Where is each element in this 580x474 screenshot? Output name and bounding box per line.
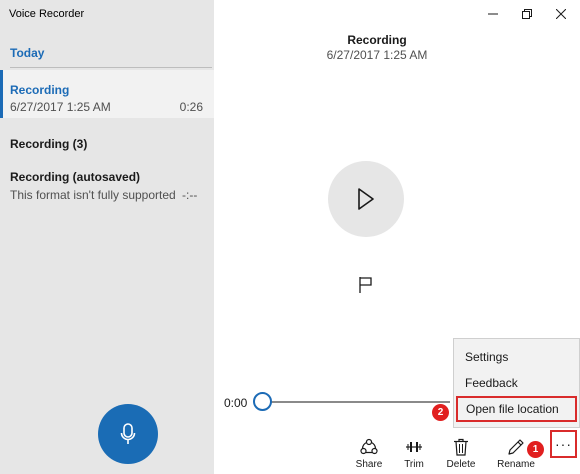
- menu-item-feedback[interactable]: Feedback: [454, 370, 580, 396]
- delete-button[interactable]: Delete: [436, 438, 486, 470]
- close-icon: [556, 9, 566, 19]
- pencil-icon: [508, 439, 524, 455]
- section-divider: [10, 67, 212, 68]
- share-icon: [360, 438, 378, 455]
- selection-indicator: [0, 70, 3, 118]
- recording-list-item[interactable]: Recording (3): [10, 137, 87, 151]
- minimize-button[interactable]: [483, 6, 503, 22]
- play-icon: [358, 188, 374, 210]
- trim-label: Trim: [404, 459, 424, 470]
- trash-icon: [454, 438, 468, 456]
- recording-list-item-autosaved[interactable]: Recording (autosaved): [10, 170, 140, 184]
- more-options-menu: Settings Feedback Open file location: [453, 338, 580, 428]
- step-badge-2: 2: [432, 404, 449, 421]
- add-marker-button[interactable]: [358, 276, 374, 294]
- recording-date: 6/27/2017 1:25 AM: [10, 100, 111, 114]
- trim-button[interactable]: Trim: [389, 438, 439, 470]
- playback-time-start: 0:00: [224, 396, 248, 410]
- share-label: Share: [355, 459, 383, 470]
- share-button[interactable]: Share: [344, 438, 394, 470]
- restore-button[interactable]: [517, 6, 537, 22]
- close-button[interactable]: [551, 6, 571, 22]
- recording-duration-unknown: -:--: [182, 188, 198, 202]
- microphone-icon: [120, 423, 136, 444]
- recording-title: Recording: [347, 33, 407, 47]
- restore-icon: [522, 9, 532, 19]
- recording-duration: 0:26: [179, 100, 203, 114]
- recording-date-header: 6/27/2017 1:25 AM: [326, 48, 428, 62]
- flag-icon: [359, 277, 372, 293]
- record-button[interactable]: [98, 404, 158, 464]
- section-header-today: Today: [10, 46, 45, 60]
- recording-list-item-selected[interactable]: Recording 6/27/2017 1:25 AM 0:26: [0, 70, 214, 118]
- delete-label: Delete: [446, 459, 476, 470]
- menu-item-settings[interactable]: Settings: [454, 344, 580, 370]
- app-title: Voice Recorder: [9, 8, 85, 20]
- playback-thumb[interactable]: [253, 392, 272, 411]
- recording-unsupported-note: This format isn't fully supported: [10, 188, 176, 202]
- play-button[interactable]: [328, 161, 404, 237]
- rename-label: Rename: [497, 459, 535, 470]
- step-badge-1: 1: [527, 441, 544, 458]
- more-options-button[interactable]: ···: [550, 430, 577, 458]
- menu-item-open-file-location[interactable]: Open file location: [456, 396, 577, 422]
- recording-name: Recording: [10, 83, 70, 97]
- trim-icon: [406, 442, 422, 452]
- recordings-pane: Voice Recorder Today Recording 6/27/2017…: [0, 0, 214, 474]
- playback-track[interactable]: [270, 401, 450, 403]
- minimize-icon: [488, 13, 498, 15]
